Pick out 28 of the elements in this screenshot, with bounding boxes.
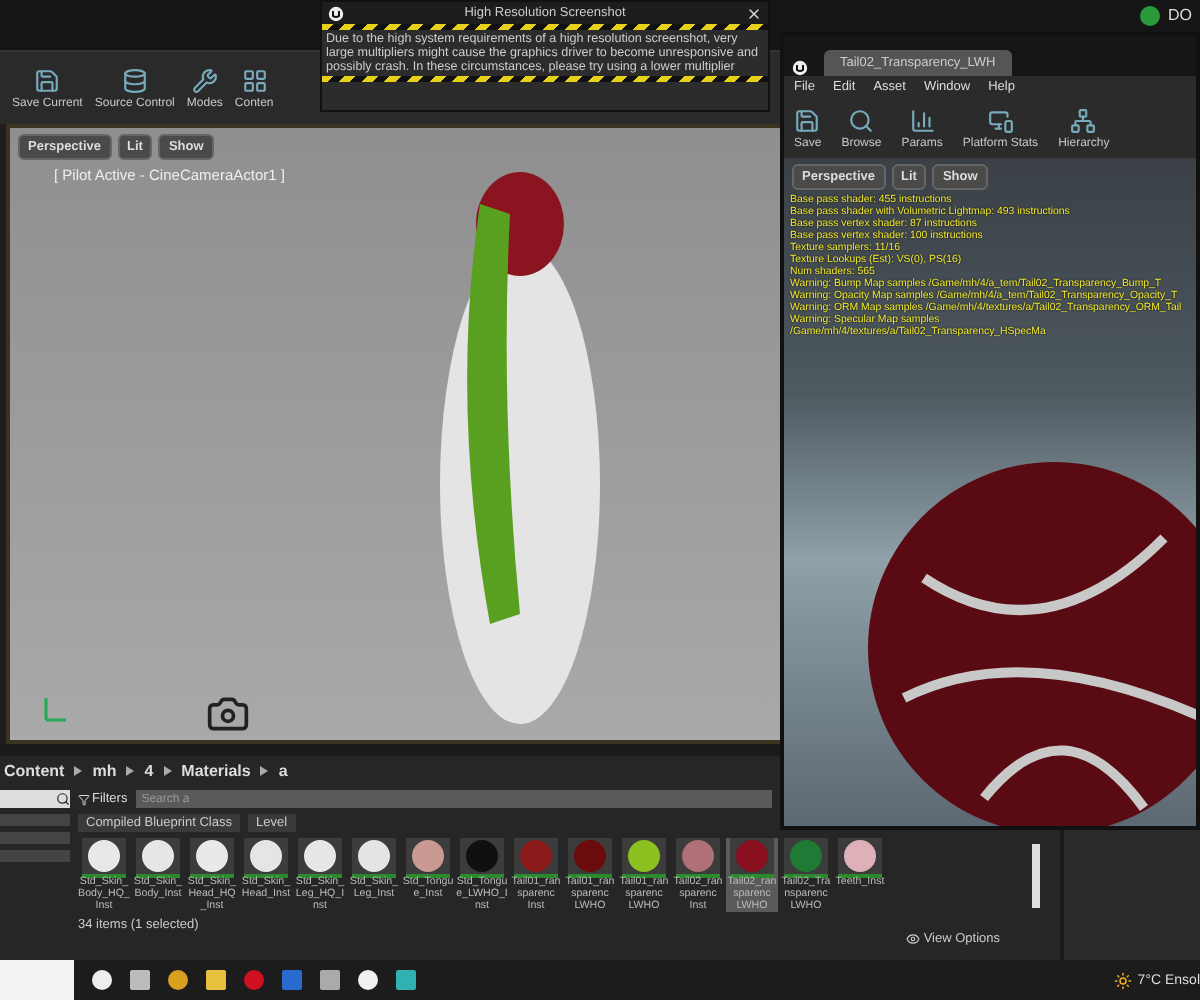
breadcrumb-arrow-icon [163, 765, 172, 775]
sidebar-item[interactable] [0, 850, 70, 862]
search-icon [56, 792, 70, 806]
status-icon[interactable] [1140, 6, 1160, 26]
breadcrumb-arrow-icon [74, 765, 83, 775]
scrollbar[interactable] [1032, 844, 1040, 908]
hierarchy-icon [1070, 107, 1097, 133]
camera-icon [206, 692, 250, 736]
taskbar-search-field[interactable] [0, 960, 74, 1000]
sidebar-search-field[interactable] [0, 790, 70, 808]
close-icon[interactable] [745, 5, 762, 21]
filter-icon [78, 793, 90, 805]
user-label: DO [1168, 6, 1192, 24]
save-icon [34, 67, 61, 93]
breadcrumb-arrow-icon [126, 765, 135, 775]
breadcrumb-item[interactable]: Content [4, 761, 65, 779]
breadcrumb-item[interactable]: 4 [144, 761, 154, 779]
eye-icon [905, 932, 920, 946]
sun-icon [1113, 971, 1132, 989]
breadcrumb-item[interactable]: mh [92, 761, 117, 779]
breadcrumb-item[interactable]: Materials [181, 761, 251, 779]
sidebar-item[interactable] [0, 832, 70, 844]
app-icon[interactable] [320, 970, 340, 990]
save-icon [794, 107, 821, 133]
circle-icon[interactable] [92, 970, 112, 990]
breadcrumb-item[interactable]: a [278, 761, 288, 779]
browse-icon [848, 107, 875, 133]
breadcrumb-arrow-icon [260, 765, 269, 775]
